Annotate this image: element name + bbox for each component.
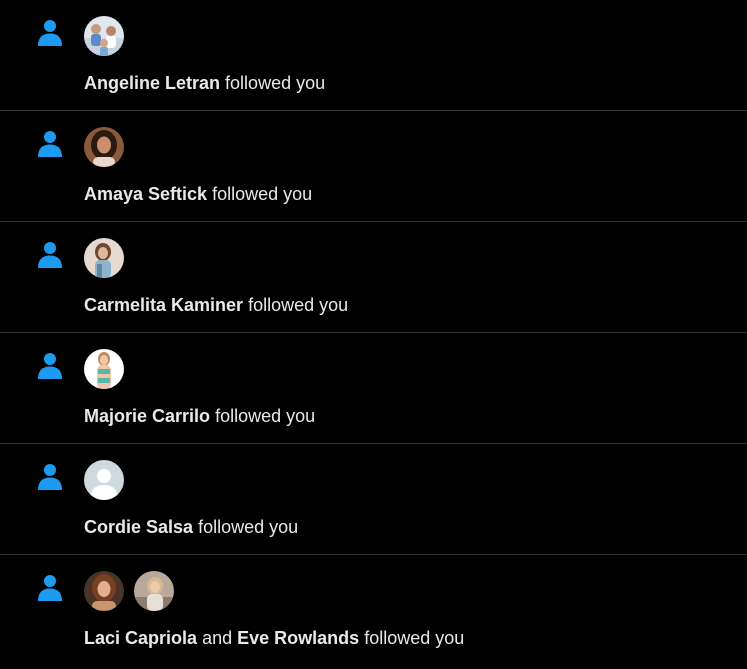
avatar[interactable] [84, 127, 124, 167]
notification-row[interactable]: Majorie Carrilo followed you [0, 333, 747, 444]
avatar-group [84, 571, 174, 611]
notification-action: followed you [212, 184, 313, 204]
notification-row[interactable]: Amaya Seftick followed you [0, 111, 747, 222]
notifications-feed: Angeline Letran followed you Amaya Sefti… [0, 0, 747, 669]
avatar[interactable] [84, 238, 124, 278]
user-name-link[interactable]: Amaya Seftick [84, 184, 207, 204]
notification-action: followed you [198, 517, 299, 537]
user-name-link[interactable]: Majorie Carrilo [84, 406, 210, 426]
person-icon [38, 131, 62, 157]
avatar-group [84, 16, 124, 56]
avatar-group [84, 127, 124, 167]
notification-row[interactable]: Carmelita Kaminer followed you [0, 222, 747, 333]
notification-row[interactable]: Angeline Letran followed you [0, 0, 747, 111]
notification-action: followed you [225, 73, 326, 93]
avatar-group [84, 349, 124, 389]
avatar[interactable] [84, 16, 124, 56]
user-name-link[interactable]: Cordie Salsa [84, 517, 193, 537]
person-icon [38, 20, 62, 46]
person-icon [38, 464, 62, 490]
notification-action: followed you [364, 628, 465, 648]
user-name-link[interactable]: Carmelita Kaminer [84, 295, 243, 315]
notification-text: Amaya Seftick followed you [84, 182, 312, 206]
user-name-link[interactable]: Eve Rowlands [237, 628, 359, 648]
person-icon [38, 575, 62, 601]
notification-text: Cordie Salsa followed you [84, 515, 298, 539]
avatar-group [84, 238, 124, 278]
user-name-link[interactable]: Laci Capriola [84, 628, 197, 648]
avatar[interactable] [84, 571, 124, 611]
person-icon [38, 242, 62, 268]
notification-text: Laci Capriola and Eve Rowlands followed … [84, 626, 464, 650]
notification-connector: and [202, 628, 233, 648]
person-icon [38, 353, 62, 379]
avatar-group [84, 460, 124, 500]
notification-row[interactable]: Cordie Salsa followed you [0, 444, 747, 555]
avatar[interactable] [134, 571, 174, 611]
notification-action: followed you [248, 295, 349, 315]
notification-text: Angeline Letran followed you [84, 71, 325, 95]
notification-text: Majorie Carrilo followed you [84, 404, 315, 428]
notification-text: Carmelita Kaminer followed you [84, 293, 348, 317]
notification-action: followed you [215, 406, 316, 426]
avatar[interactable] [84, 349, 124, 389]
default-avatar-icon[interactable] [84, 460, 124, 500]
user-name-link[interactable]: Angeline Letran [84, 73, 220, 93]
notification-row[interactable]: Laci Capriola and Eve Rowlands followed … [0, 555, 747, 666]
